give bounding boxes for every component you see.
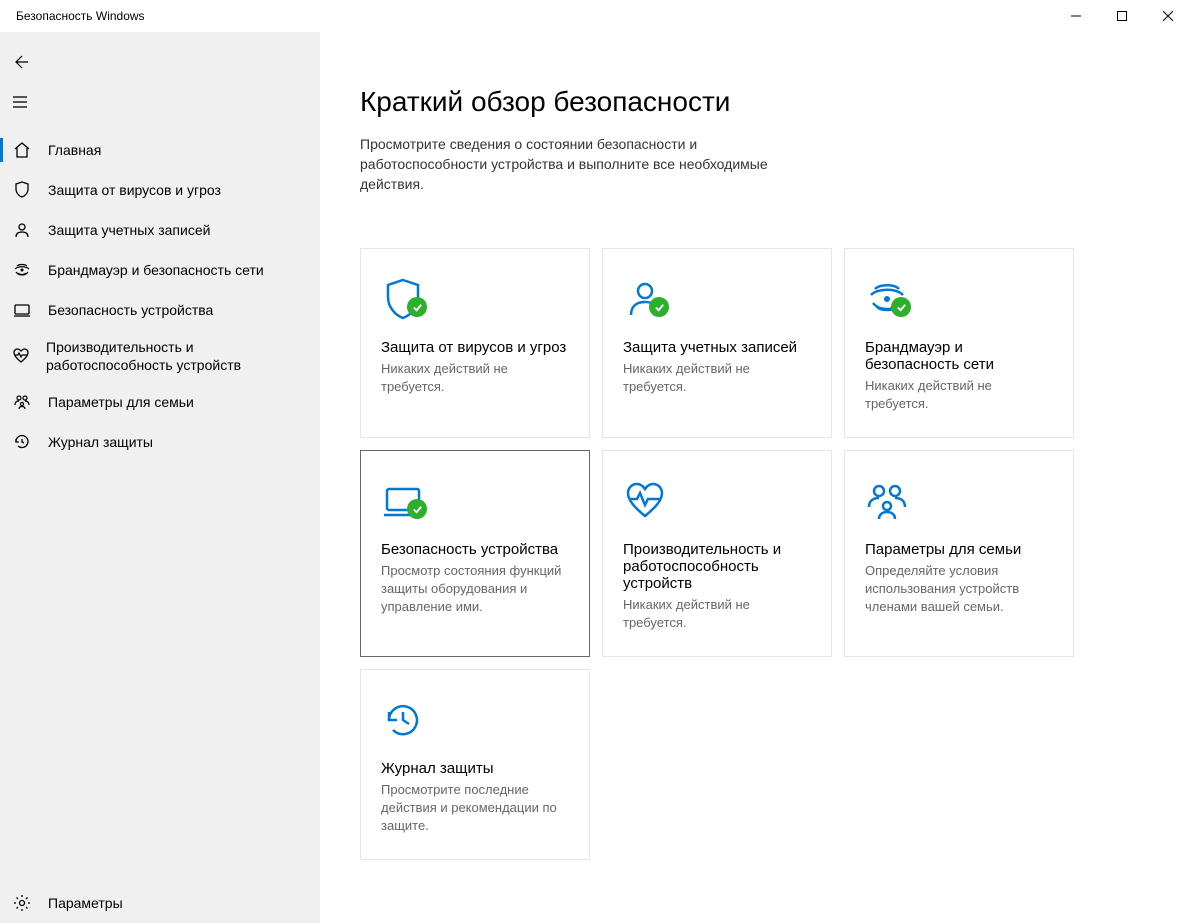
network-icon <box>12 260 32 280</box>
card-virus[interactable]: Защита от вирусов и угроз Никаких действ… <box>360 248 590 438</box>
shield-icon <box>12 180 32 200</box>
sidebar-item-label: Производительность и работоспособность у… <box>46 338 308 374</box>
network-icon <box>865 269 1053 329</box>
card-account[interactable]: Защита учетных записей Никаких действий … <box>602 248 832 438</box>
card-desc: Определяйте условия использования устрой… <box>865 562 1053 616</box>
sidebar: Главная Защита от вирусов и угроз Защита… <box>0 32 320 923</box>
sidebar-item-label: Защита от вирусов и угроз <box>48 181 221 199</box>
card-desc: Никаких действий не требуется. <box>623 596 811 632</box>
window-controls <box>1053 0 1191 32</box>
card-title: Журнал защиты <box>381 760 569 777</box>
maximize-button[interactable] <box>1099 0 1145 32</box>
check-badge <box>891 297 911 317</box>
device-icon <box>12 300 32 320</box>
sidebar-item-label: Параметры для семьи <box>48 393 194 411</box>
sidebar-item-family[interactable]: Параметры для семьи <box>0 382 320 422</box>
sidebar-item-device[interactable]: Безопасность устройства <box>0 290 320 330</box>
card-title: Параметры для семьи <box>865 541 1053 558</box>
card-performance[interactable]: Производительность и работоспособность у… <box>602 450 832 657</box>
main-content: Краткий обзор безопасности Просмотрите с… <box>320 32 1191 923</box>
sidebar-item-account[interactable]: Защита учетных записей <box>0 210 320 250</box>
sidebar-item-label: Брандмауэр и безопасность сети <box>48 261 264 279</box>
history-icon <box>12 432 32 452</box>
device-icon <box>381 471 569 531</box>
gear-icon <box>12 893 32 913</box>
nav-list: Главная Защита от вирусов и угроз Защита… <box>0 126 320 883</box>
account-icon <box>623 269 811 329</box>
sidebar-item-label: Безопасность устройства <box>48 301 213 319</box>
card-history[interactable]: Журнал защиты Просмотрите последние дейс… <box>360 669 590 860</box>
sidebar-item-label: Параметры <box>48 894 123 912</box>
account-icon <box>12 220 32 240</box>
window-title: Безопасность Windows <box>0 9 145 23</box>
card-desc: Никаких действий не требуется. <box>623 360 811 396</box>
page-title: Краткий обзор безопасности <box>360 86 1151 118</box>
check-badge <box>407 297 427 317</box>
shield-icon <box>381 269 569 329</box>
check-badge <box>407 499 427 519</box>
page-subtitle: Просмотрите сведения о состоянии безопас… <box>360 134 780 194</box>
sidebar-item-firewall[interactable]: Брандмауэр и безопасность сети <box>0 250 320 290</box>
sidebar-item-label: Главная <box>48 141 101 159</box>
card-desc: Никаких действий не требуется. <box>865 377 1053 413</box>
sidebar-item-history[interactable]: Журнал защиты <box>0 422 320 462</box>
sidebar-item-virus[interactable]: Защита от вирусов и угроз <box>0 170 320 210</box>
card-title: Брандмауэр и безопасность сети <box>865 339 1053 373</box>
card-title: Защита учетных записей <box>623 339 811 356</box>
card-desc: Просмотр состояния функций защиты оборуд… <box>381 562 569 616</box>
card-device[interactable]: Безопасность устройства Просмотр состоян… <box>360 450 590 657</box>
hamburger-button[interactable] <box>0 84 40 120</box>
sidebar-item-settings[interactable]: Параметры <box>0 883 320 923</box>
home-icon <box>12 140 32 160</box>
title-bar: Безопасность Windows <box>0 0 1191 32</box>
card-firewall[interactable]: Брандмауэр и безопасность сети Никаких д… <box>844 248 1074 438</box>
heart-icon <box>623 471 811 531</box>
security-cards: Защита от вирусов и угроз Никаких действ… <box>360 248 1151 860</box>
card-desc: Просмотрите последние действия и рекомен… <box>381 781 569 835</box>
heart-icon <box>12 346 30 366</box>
card-desc: Никаких действий не требуется. <box>381 360 569 396</box>
sidebar-item-performance[interactable]: Производительность и работоспособность у… <box>0 330 320 382</box>
check-badge <box>649 297 669 317</box>
card-title: Производительность и работоспособность у… <box>623 541 811 592</box>
history-icon <box>381 690 569 750</box>
sidebar-item-label: Журнал защиты <box>48 433 153 451</box>
card-title: Защита от вирусов и угроз <box>381 339 569 356</box>
family-icon <box>865 471 1053 531</box>
card-family[interactable]: Параметры для семьи Определяйте условия … <box>844 450 1074 657</box>
close-button[interactable] <box>1145 0 1191 32</box>
sidebar-item-label: Защита учетных записей <box>48 221 210 239</box>
minimize-button[interactable] <box>1053 0 1099 32</box>
back-button[interactable] <box>0 44 40 80</box>
card-title: Безопасность устройства <box>381 541 569 558</box>
family-icon <box>12 392 32 412</box>
sidebar-item-home[interactable]: Главная <box>0 130 320 170</box>
